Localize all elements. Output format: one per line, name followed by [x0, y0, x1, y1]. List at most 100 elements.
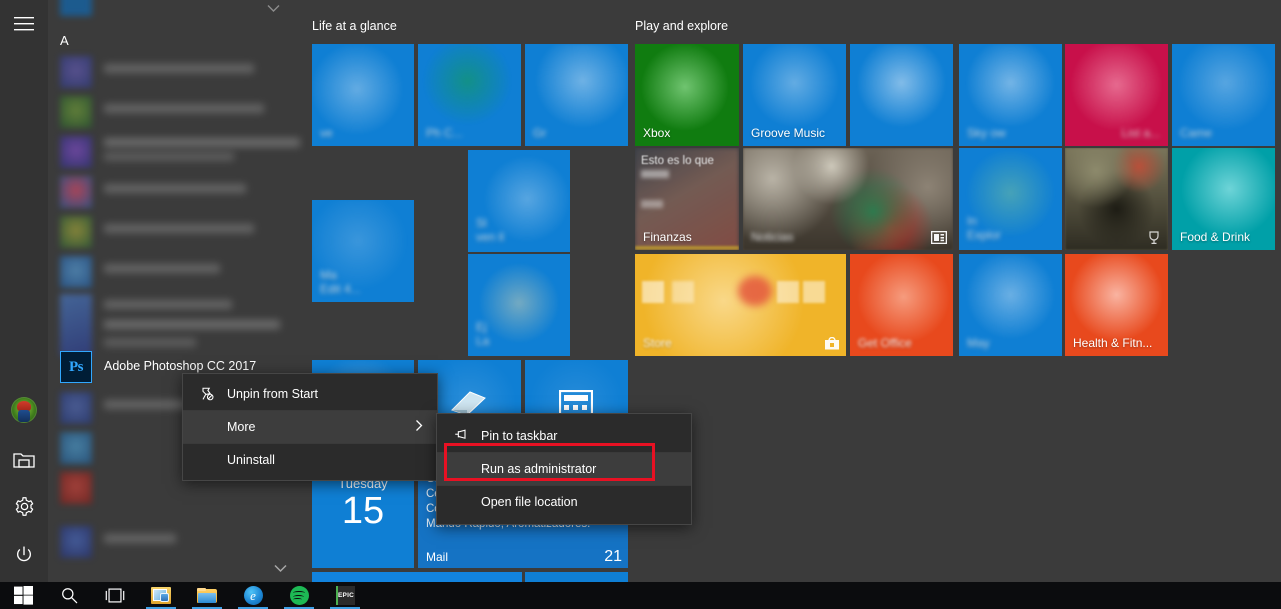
photos-app-button[interactable] [138, 582, 184, 609]
tile-ej-la[interactable]: Ej La [468, 254, 570, 356]
list-item[interactable] [48, 92, 306, 132]
tile-camera[interactable]: Came [1172, 44, 1275, 146]
context-menu-submenu[interactable]: Pin to taskbar Run as administrator Open… [436, 413, 692, 525]
trophy-icon [1149, 231, 1159, 244]
file-explorer-taskbar-button[interactable] [184, 582, 230, 609]
edge-icon: e [243, 586, 263, 605]
chevron-down-icon [273, 564, 287, 572]
tile-noticias[interactable]: Noticias [743, 148, 953, 250]
user-account-button[interactable] [0, 386, 48, 434]
tile-label: Groove Music [751, 126, 826, 140]
tile-label: Gr [533, 126, 547, 140]
tile-label: Sl ven ll [476, 216, 505, 244]
section-letter-header[interactable]: A [60, 33, 69, 48]
tile-unknown-1[interactable]: ve [312, 44, 414, 146]
tile-photos[interactable]: Ph C... [418, 44, 521, 146]
tile-explore[interactable]: In Explor [959, 148, 1062, 250]
tile-calendar[interactable]: Tuesday 15 [312, 466, 414, 568]
photoshop-icon: Ps [60, 351, 92, 383]
tile-label: Xbox [643, 126, 671, 140]
menu-item-open-file-location[interactable]: Open file location [437, 486, 691, 518]
search-button[interactable] [46, 582, 92, 609]
list-item[interactable] [48, 212, 306, 252]
start-button[interactable] [0, 582, 46, 609]
tile-photo-live[interactable] [1065, 148, 1168, 250]
app-list-scroll-up[interactable] [263, 0, 283, 16]
task-view-button[interactable] [92, 582, 138, 609]
finanzas-headline: Esto es lo que [641, 155, 714, 167]
tile-label: Finanzas [643, 230, 692, 244]
list-item[interactable] [48, 172, 306, 212]
tile-label: Ph C... [426, 126, 463, 140]
menu-item-pin-to-taskbar[interactable]: Pin to taskbar [437, 420, 691, 452]
app-list[interactable]: A Ps Adobe Photoshop CC 2017 [48, 0, 306, 582]
power-button[interactable] [0, 531, 48, 579]
menu-item-unpin-from-start[interactable]: Unpin from Start [183, 378, 437, 410]
spotify-button[interactable] [276, 582, 322, 609]
start-menu-rail [0, 0, 48, 582]
gear-icon [15, 496, 33, 516]
tile-label: May [967, 336, 990, 350]
tile-label: Store [643, 336, 672, 350]
file-explorer-icon [13, 453, 35, 468]
news-badge-icon [931, 231, 947, 244]
menu-item-label: Uninstall [227, 453, 275, 467]
tile-maps[interactable]: May [959, 254, 1062, 356]
tile-health-fitness[interactable]: Health & Fitn... [1065, 254, 1168, 356]
screen: A Ps Adobe Photoshop CC 2017 Life at a g… [0, 0, 1281, 609]
menu-item-more[interactable]: More [183, 411, 437, 443]
tile-label: Ma Edit 4... [320, 268, 361, 296]
tile-store[interactable]: Store [635, 254, 846, 356]
tile-label: In Explor [967, 214, 1002, 242]
tile-list-a[interactable]: List a... [1065, 44, 1168, 146]
tile-label: Health & Fitn... [1073, 336, 1153, 350]
tile-food-drink[interactable]: Food & Drink [1172, 148, 1275, 250]
tile-group-title-life[interactable]: Life at a glance [312, 19, 397, 33]
app-list-scroll-down[interactable] [270, 560, 290, 576]
taskbar: e EPIC [0, 582, 1281, 609]
tile-finanzas[interactable]: Esto es lo que Finanzas [635, 148, 739, 250]
tile-skype[interactable]: Sky ow [959, 44, 1062, 146]
context-menu-primary[interactable]: Unpin from Start More Uninstall [182, 373, 438, 481]
settings-button[interactable] [0, 482, 48, 530]
tile-label: Sky ow [967, 126, 1006, 140]
edge-browser-button[interactable]: e [230, 582, 276, 609]
windows-logo-icon [13, 586, 33, 605]
list-item[interactable] [48, 132, 306, 172]
tile-label: List a... [1121, 126, 1160, 140]
tile-label: Food & Drink [1180, 230, 1251, 244]
list-item[interactable] [48, 252, 306, 292]
store-badge-icon [825, 337, 839, 350]
start-menu: A Ps Adobe Photoshop CC 2017 Life at a g… [0, 0, 1281, 584]
tile-label: Ej La [476, 320, 490, 348]
pin-icon [453, 428, 469, 444]
list-item[interactable] [48, 52, 306, 92]
photo-app-icon [151, 587, 171, 604]
menu-item-run-as-administrator[interactable]: Run as administrator [437, 453, 691, 485]
tile-groove-music[interactable]: Groove Music [743, 44, 846, 146]
mail-unread-count: 21 [604, 548, 622, 565]
tile-get-office[interactable]: Get Office [850, 254, 953, 356]
spotify-icon [289, 586, 309, 605]
tile-movies[interactable] [850, 44, 953, 146]
tile-maps-edit[interactable]: Ma Edit 4... [312, 200, 414, 302]
tile-sl-ven[interactable]: Sl ven ll [468, 150, 570, 252]
tile-groove[interactable]: Gr [525, 44, 628, 146]
photoshop-glyph: Ps [60, 351, 92, 383]
menu-item-uninstall[interactable]: Uninstall [183, 444, 437, 476]
menu-item-label: Run as administrator [481, 462, 597, 476]
chevron-down-icon [267, 4, 279, 12]
file-explorer-rail-button[interactable] [0, 436, 48, 484]
task-view-icon [105, 588, 125, 603]
chevron-right-icon [415, 420, 423, 435]
hamburger-menu-button[interactable] [0, 0, 48, 48]
list-item[interactable] [48, 522, 306, 562]
search-icon [61, 588, 77, 604]
menu-item-label: More [227, 420, 256, 434]
epic-games-button[interactable]: EPIC [322, 582, 368, 609]
tile-label: Came [1180, 126, 1213, 140]
tile-label: ve [320, 126, 333, 140]
tile-group-title-play[interactable]: Play and explore [635, 19, 728, 33]
calendar-date: 15 [341, 490, 385, 532]
tile-xbox[interactable]: Xbox [635, 44, 739, 146]
